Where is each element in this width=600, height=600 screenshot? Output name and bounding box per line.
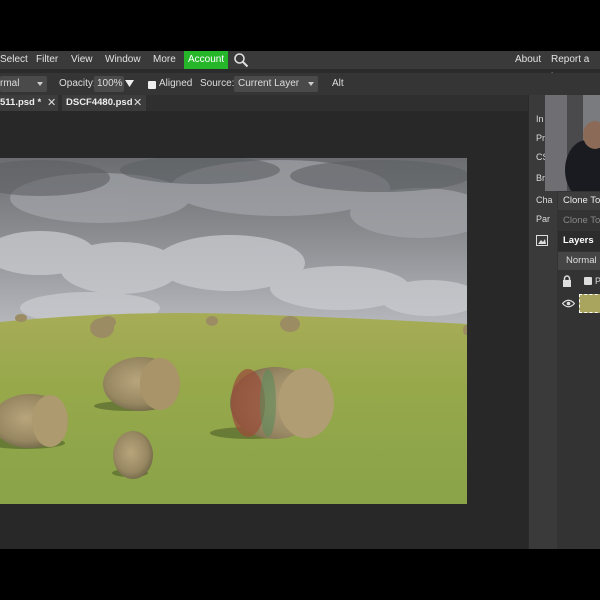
menu-about[interactable]: About (515, 51, 541, 69)
panel-tab-brush[interactable]: Br (536, 173, 545, 183)
tab-label: 511.psd * (0, 97, 42, 108)
lock-pixels-checkbox[interactable] (584, 277, 592, 285)
menu-select[interactable]: Select (0, 51, 28, 69)
layer-blend-value: Normal (566, 255, 597, 266)
layers-tab-label: Layers (563, 235, 594, 246)
alt-label: Alt (332, 78, 344, 89)
panel-tab-properties[interactable]: Pr (536, 133, 545, 143)
webcam-overlay (545, 95, 600, 191)
image-icon[interactable] (536, 235, 548, 248)
opacity-label: Opacity: (59, 78, 96, 89)
document-tabs: 511.psd * ✕ DSCF4480.psd ✕ (0, 95, 528, 111)
aligned-checkbox[interactable] (148, 81, 156, 89)
tab-layers[interactable]: Layers (558, 231, 600, 251)
opacity-dropdown-icon[interactable] (125, 78, 134, 94)
panel-tab-info[interactable]: In (536, 114, 544, 124)
lock-pixels-label: P (595, 276, 600, 286)
lock-icon[interactable] (562, 275, 572, 290)
photo-editor-window: Select Filter View Window More Account A… (0, 51, 600, 549)
menu-window[interactable]: Window (105, 51, 141, 69)
layer-blend-select[interactable]: Normal (558, 252, 600, 270)
tool-options-bar: rmal Opacity: 100% Aligned Source: Curre… (0, 73, 600, 95)
clone-tool-panel-header[interactable]: Clone To (558, 192, 600, 210)
search-icon[interactable] (233, 52, 249, 70)
close-icon[interactable]: ✕ (47, 95, 56, 111)
menu-filter[interactable]: Filter (36, 51, 58, 69)
menu-account[interactable]: Account (184, 51, 229, 69)
blend-mode-value: rmal (0, 78, 20, 89)
opacity-value: 100% (97, 78, 123, 89)
chevron-down-icon (37, 82, 43, 86)
layer-lock-row: P (558, 272, 600, 290)
close-icon[interactable]: ✕ (133, 95, 142, 111)
menu-report-bug[interactable]: Report a bu (551, 51, 600, 83)
clone-tool-panel-sub: Clone To (558, 212, 600, 230)
canvas-workspace[interactable] (0, 111, 528, 549)
source-value: Current Layer (238, 78, 300, 89)
tab-label: DSCF4480.psd (66, 97, 133, 108)
blend-mode-select[interactable]: rmal (0, 76, 47, 92)
chevron-down-icon (308, 82, 314, 86)
layer-row[interactable] (558, 291, 600, 315)
aligned-label: Aligned (159, 78, 193, 89)
layer-thumbnail[interactable] (579, 294, 600, 313)
source-label: Source: (200, 78, 235, 89)
clone-tool-subtitle: Clone To (563, 215, 600, 226)
source-select[interactable]: Current Layer (234, 76, 318, 92)
menu-view[interactable]: View (71, 51, 93, 69)
panel-tab-paragraph[interactable]: Par (536, 214, 550, 224)
menubar: Select Filter View Window More Account A… (0, 51, 600, 83)
eye-icon[interactable] (561, 297, 576, 315)
menu-more[interactable]: More (153, 51, 176, 69)
opacity-input[interactable]: 100% (94, 76, 124, 92)
clone-tool-title: Clone To (563, 195, 600, 206)
canvas-image[interactable] (0, 158, 467, 504)
panel-tab-channels[interactable]: Cha (536, 195, 553, 205)
